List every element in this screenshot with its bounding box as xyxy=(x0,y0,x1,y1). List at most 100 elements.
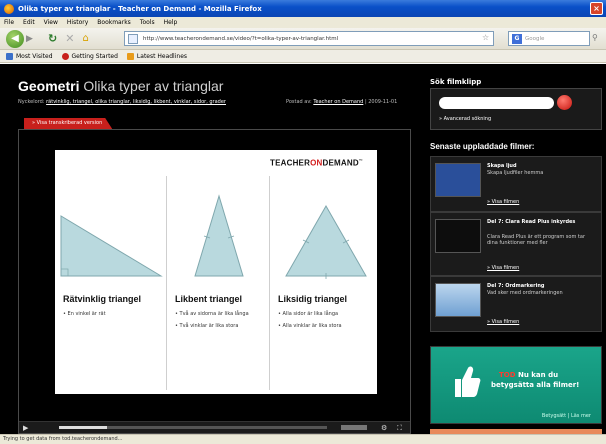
rss-feed-icon xyxy=(126,52,134,60)
transcript-tab-button[interactable]: » Visa transkriberad version xyxy=(24,118,113,129)
url-input[interactable]: http://www.teacherondemand.se/video/?t=o… xyxy=(124,31,494,46)
bullet-item: • Två av sidorna är lika långa xyxy=(175,311,249,317)
posted-by-line: Postad av: Teacher on Demand | 2009-11-0… xyxy=(286,99,397,105)
slide-column-equilateral-triangle: Liksidig triangel • Alla sidor är lika l… xyxy=(270,176,376,390)
stop-icon[interactable]: ✕ xyxy=(65,32,74,45)
search-magnifier-icon[interactable]: ⚲ xyxy=(592,33,598,42)
bookmark-star-icon[interactable]: ☆ xyxy=(482,33,489,42)
page-title-topic: Olika typer av trianglar xyxy=(83,78,224,94)
recent-video-item[interactable]: Skapa ljud Skapa ljudfiler hemma » Visa … xyxy=(430,156,602,212)
navigation-toolbar: ◀ ▶ ↻ ✕ ⌂ http://www.teacherondemand.se/… xyxy=(0,28,606,50)
thumbs-up-icon xyxy=(455,366,481,397)
window-titlebar: Olika typer av trianglar - Teacher on De… xyxy=(0,0,606,17)
bookmark-label: Latest Headlines xyxy=(136,52,188,60)
firefox-bookmark-icon xyxy=(61,52,69,60)
video-slide: TEACHERONDEMAND™ Rätvinklig triangel • E… xyxy=(55,150,377,394)
promo-line-1-text: Nu kan du xyxy=(517,371,559,379)
settings-icon[interactable]: ⚙ xyxy=(381,424,387,432)
slide-column-right-triangle: Rätvinklig triangel • En vinkel är rät xyxy=(55,176,167,390)
url-text: http://www.teacherondemand.se/video/?t=o… xyxy=(143,35,339,42)
video-progress-slider[interactable] xyxy=(59,426,327,429)
teacher-on-demand-logo: TEACHERONDEMAND™ xyxy=(270,158,363,168)
site-favicon-icon xyxy=(128,34,138,44)
bookmark-label: Most Visited xyxy=(16,52,53,60)
bookmarks-toolbar: Most Visited Getting Started Latest Head… xyxy=(0,50,606,63)
menu-file[interactable]: File xyxy=(4,19,14,26)
reload-icon[interactable]: ↻ xyxy=(48,32,57,45)
show-video-link[interactable]: » Visa filmen xyxy=(487,319,519,325)
bullet-item: • Alla sidor är lika långa xyxy=(278,311,339,317)
recent-video-title: Del 7: Ordmarkering xyxy=(487,283,545,289)
google-icon: G xyxy=(512,34,522,44)
menu-edit[interactable]: Edit xyxy=(23,19,35,26)
bookmark-most-visited[interactable]: Most Visited xyxy=(6,52,53,60)
recent-video-item[interactable]: Del 7: Ordmarkering Vad sker med ordmark… xyxy=(430,276,602,332)
recent-video-desc: Vad sker med ordmarkeringen xyxy=(487,290,563,296)
menu-view[interactable]: View xyxy=(44,19,58,26)
page-content: Geometri Olika typer av trianglar Nyckel… xyxy=(0,64,606,434)
page-title: Geometri Olika typer av trianglar xyxy=(18,78,223,94)
menu-history[interactable]: History xyxy=(67,19,88,26)
fullscreen-icon[interactable]: ⛶ xyxy=(397,424,402,433)
window-title: Olika typer av trianglar - Teacher on De… xyxy=(18,4,262,13)
back-arrow-icon[interactable]: ◀ xyxy=(6,29,24,48)
promo-line-2: betygsätta alla filmer! xyxy=(491,381,580,389)
right-triangle-figure xyxy=(60,215,163,277)
video-controls: ▶ ⚙ ⛶ xyxy=(19,421,410,433)
keywords-prefix: Nyckelord: xyxy=(18,99,45,105)
slide-column-isosceles-triangle: Likbent triangel • Två av sidorna är lik… xyxy=(167,176,270,390)
close-window-button[interactable]: × xyxy=(590,2,603,15)
firefox-icon xyxy=(4,3,14,14)
logo-demand: DEMAND xyxy=(322,158,359,168)
posted-author-link[interactable]: Teacher on Demand xyxy=(313,99,363,105)
recent-video-item[interactable]: Del 7: Clara Read Plus inkyrdes Clara Re… xyxy=(430,212,602,276)
isosceles-triangle-figure xyxy=(194,194,244,277)
menu-help[interactable]: Help xyxy=(164,19,178,26)
column-title: Liksidig triangel xyxy=(278,294,348,304)
bookmark-folder-icon xyxy=(6,52,13,60)
sidebar-search-heading: Sök filmklipp xyxy=(430,78,482,86)
video-thumbnail[interactable] xyxy=(435,219,481,253)
recent-uploads-heading: Senaste uppladdade filmer: xyxy=(430,142,535,151)
column-bullets: • Två av sidorna är lika långa • Två vin… xyxy=(175,311,267,335)
posted-prefix: Postad av: xyxy=(286,99,312,105)
equilateral-triangle-figure xyxy=(285,204,367,279)
promo-line-1: TOD Nu kan du xyxy=(499,371,558,379)
recent-video-desc: Clara Read Plus är ett program som tar d… xyxy=(487,234,586,246)
bookmark-label: Getting Started xyxy=(71,52,118,60)
play-pause-icon[interactable]: ▶ xyxy=(23,424,31,432)
bookmark-getting-started[interactable]: Getting Started xyxy=(61,52,118,60)
promo-footer-links[interactable]: Betygsätt | Läs mer xyxy=(542,413,591,419)
video-progress-fill xyxy=(59,426,108,429)
page-title-subject: Geometri xyxy=(18,78,80,94)
rating-promo-banner[interactable]: TOD Nu kan du betygsätta alla filmer! Be… xyxy=(430,346,602,424)
show-video-link[interactable]: » Visa filmen xyxy=(487,265,519,271)
keywords-line: Nyckelord: rätvinklig, triangel, olika t… xyxy=(18,99,226,105)
logo-on: ON xyxy=(310,158,323,168)
posted-date: | 2009-11-01 xyxy=(364,99,398,105)
menu-bookmarks[interactable]: Bookmarks xyxy=(97,19,131,26)
menu-bar: File Edit View History Bookmarks Tools H… xyxy=(0,17,606,28)
menu-tools[interactable]: Tools xyxy=(140,19,155,26)
video-thumbnail[interactable] xyxy=(435,163,481,197)
sidebar-search-input[interactable] xyxy=(439,97,554,109)
column-bullets: • En vinkel är rät xyxy=(63,311,155,323)
forward-arrow-icon[interactable]: ▶ xyxy=(26,33,38,45)
show-video-link[interactable]: » Visa filmen xyxy=(487,199,519,205)
status-bar: Trying to get data from tod.teacherondem… xyxy=(0,434,606,444)
search-input[interactable]: G Google xyxy=(508,31,590,46)
search-go-button[interactable] xyxy=(557,95,572,110)
bullet-item: • En vinkel är rät xyxy=(63,311,106,317)
promo-brand: TOD xyxy=(499,371,516,379)
video-thumbnail[interactable] xyxy=(435,283,481,317)
recent-video-title: Del 7: Clara Read Plus inkyrdes xyxy=(487,219,576,225)
column-bullets: • Alla sidor är lika långa • Alla vinkla… xyxy=(278,311,370,335)
bookmark-latest-headlines[interactable]: Latest Headlines xyxy=(126,52,188,60)
search-placeholder: Google xyxy=(525,35,545,42)
home-icon[interactable]: ⌂ xyxy=(82,33,88,44)
advanced-search-link[interactable]: » Avancerad sökning xyxy=(439,116,491,122)
keywords-links[interactable]: rätvinklig, triangel, olika trianglar, l… xyxy=(46,99,226,105)
sidebar-search-panel: » Avancerad sökning xyxy=(430,88,602,130)
volume-slider[interactable] xyxy=(341,425,367,430)
column-title: Likbent triangel xyxy=(175,294,243,304)
